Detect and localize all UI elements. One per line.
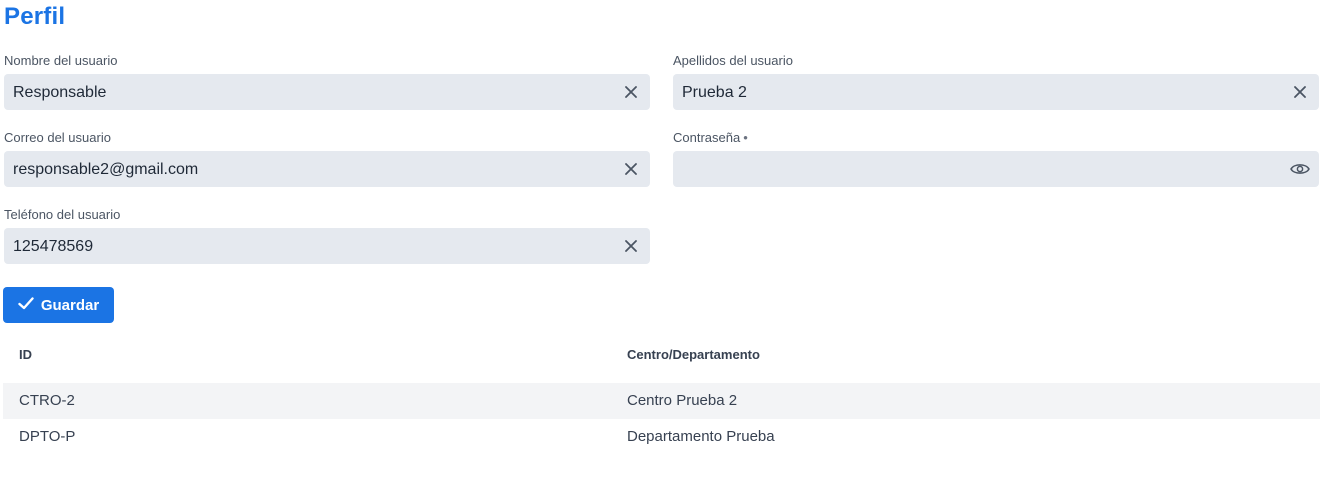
apellidos-field: Apellidos del usuario Prueba 2 xyxy=(673,53,1319,110)
nombre-field: Nombre del usuario Responsable xyxy=(4,53,650,110)
correo-input[interactable]: responsable2@gmail.com xyxy=(4,151,650,187)
row-id: CTRO-2 xyxy=(19,392,75,409)
eye-icon[interactable] xyxy=(1289,160,1311,178)
nombre-value: Responsable xyxy=(13,84,107,101)
close-icon[interactable] xyxy=(622,160,640,178)
row-centro: Centro Prueba 2 xyxy=(627,392,738,409)
required-mark: • xyxy=(743,130,748,145)
correo-field: Correo del usuario responsable2@gmail.co… xyxy=(4,130,650,187)
telefono-field: Teléfono del usuario 125478569 xyxy=(4,207,650,264)
table-row[interactable]: CTRO-2 Centro Prueba 2 xyxy=(3,383,1320,419)
close-icon[interactable] xyxy=(622,83,640,101)
close-icon[interactable] xyxy=(1291,83,1309,101)
header-id[interactable]: ID xyxy=(19,337,32,373)
header-centro[interactable]: Centro/Departamento xyxy=(627,337,760,373)
apellidos-label: Apellidos del usuario xyxy=(673,53,793,68)
correo-label: Correo del usuario xyxy=(4,130,111,145)
table-header: ID Centro/Departamento xyxy=(3,337,1320,373)
apellidos-input[interactable]: Prueba 2 xyxy=(673,74,1319,110)
apellidos-value: Prueba 2 xyxy=(682,84,747,101)
save-button-label: Guardar xyxy=(40,296,100,314)
row-centro: Departamento Prueba xyxy=(627,428,775,445)
centros-table: ID Centro/Departamento CTRO-2 Centro Pru… xyxy=(3,337,1320,455)
telefono-input[interactable]: 125478569 xyxy=(4,228,650,264)
telefono-label: Teléfono del usuario xyxy=(4,207,121,222)
telefono-value: 125478569 xyxy=(13,238,94,255)
row-id: DPTO-P xyxy=(19,428,76,445)
check-icon xyxy=(18,296,34,314)
nombre-label: Nombre del usuario xyxy=(4,53,118,68)
password-label-text: Contraseña xyxy=(673,130,741,145)
save-button[interactable]: Guardar xyxy=(3,287,114,323)
password-label: Contraseña • xyxy=(673,130,1319,146)
password-input[interactable] xyxy=(673,151,1319,187)
password-field: Contraseña • xyxy=(673,130,1319,187)
correo-value: responsable2@gmail.com xyxy=(13,161,199,178)
table-row[interactable]: DPTO-P Departamento Prueba xyxy=(3,419,1320,455)
close-icon[interactable] xyxy=(622,237,640,255)
page-title: Perfil xyxy=(4,3,66,30)
nombre-input[interactable]: Responsable xyxy=(4,74,650,110)
